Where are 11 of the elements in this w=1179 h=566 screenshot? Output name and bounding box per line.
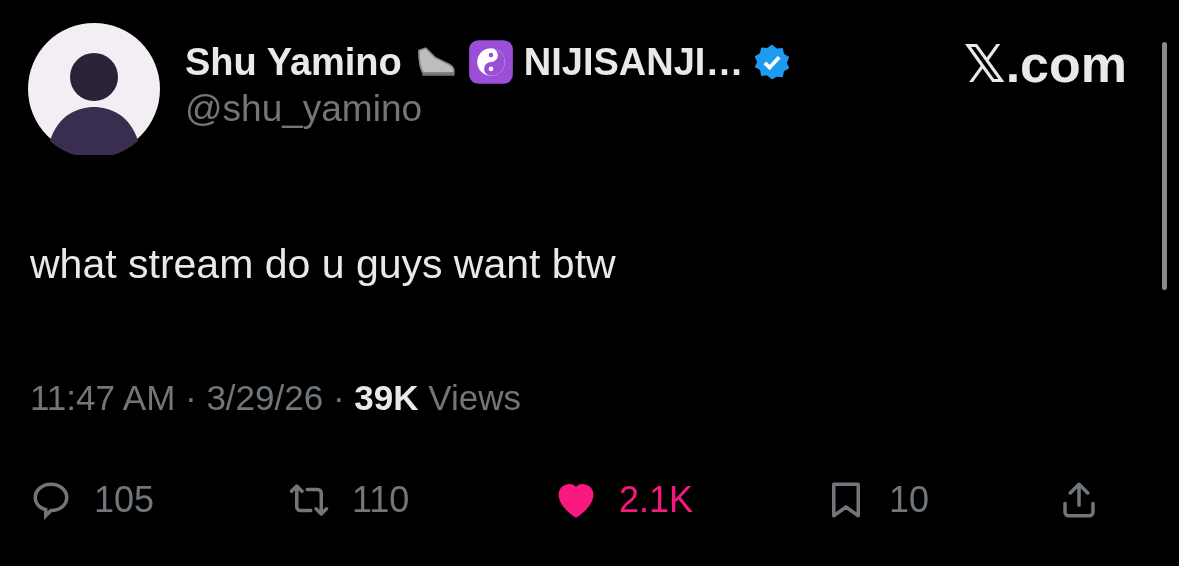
- author-affiliation: NIJISANJI…: [523, 40, 744, 84]
- post-text: what stream do u guys want btw: [30, 241, 617, 289]
- like-button[interactable]: 2.1K: [555, 479, 825, 521]
- reply-button[interactable]: 105: [30, 479, 288, 521]
- repost-button[interactable]: 110: [288, 479, 555, 521]
- site-label: 𝕏.com: [963, 34, 1127, 94]
- yin-yang-icon: [467, 39, 514, 85]
- author-name: Shu Yamino: [185, 40, 402, 84]
- post-meta: 11:47 AM · 3/29/26 · 39K Views: [30, 378, 522, 418]
- author-handle: @shu_yamino: [185, 88, 424, 130]
- bookmark-button[interactable]: 10: [825, 479, 1058, 521]
